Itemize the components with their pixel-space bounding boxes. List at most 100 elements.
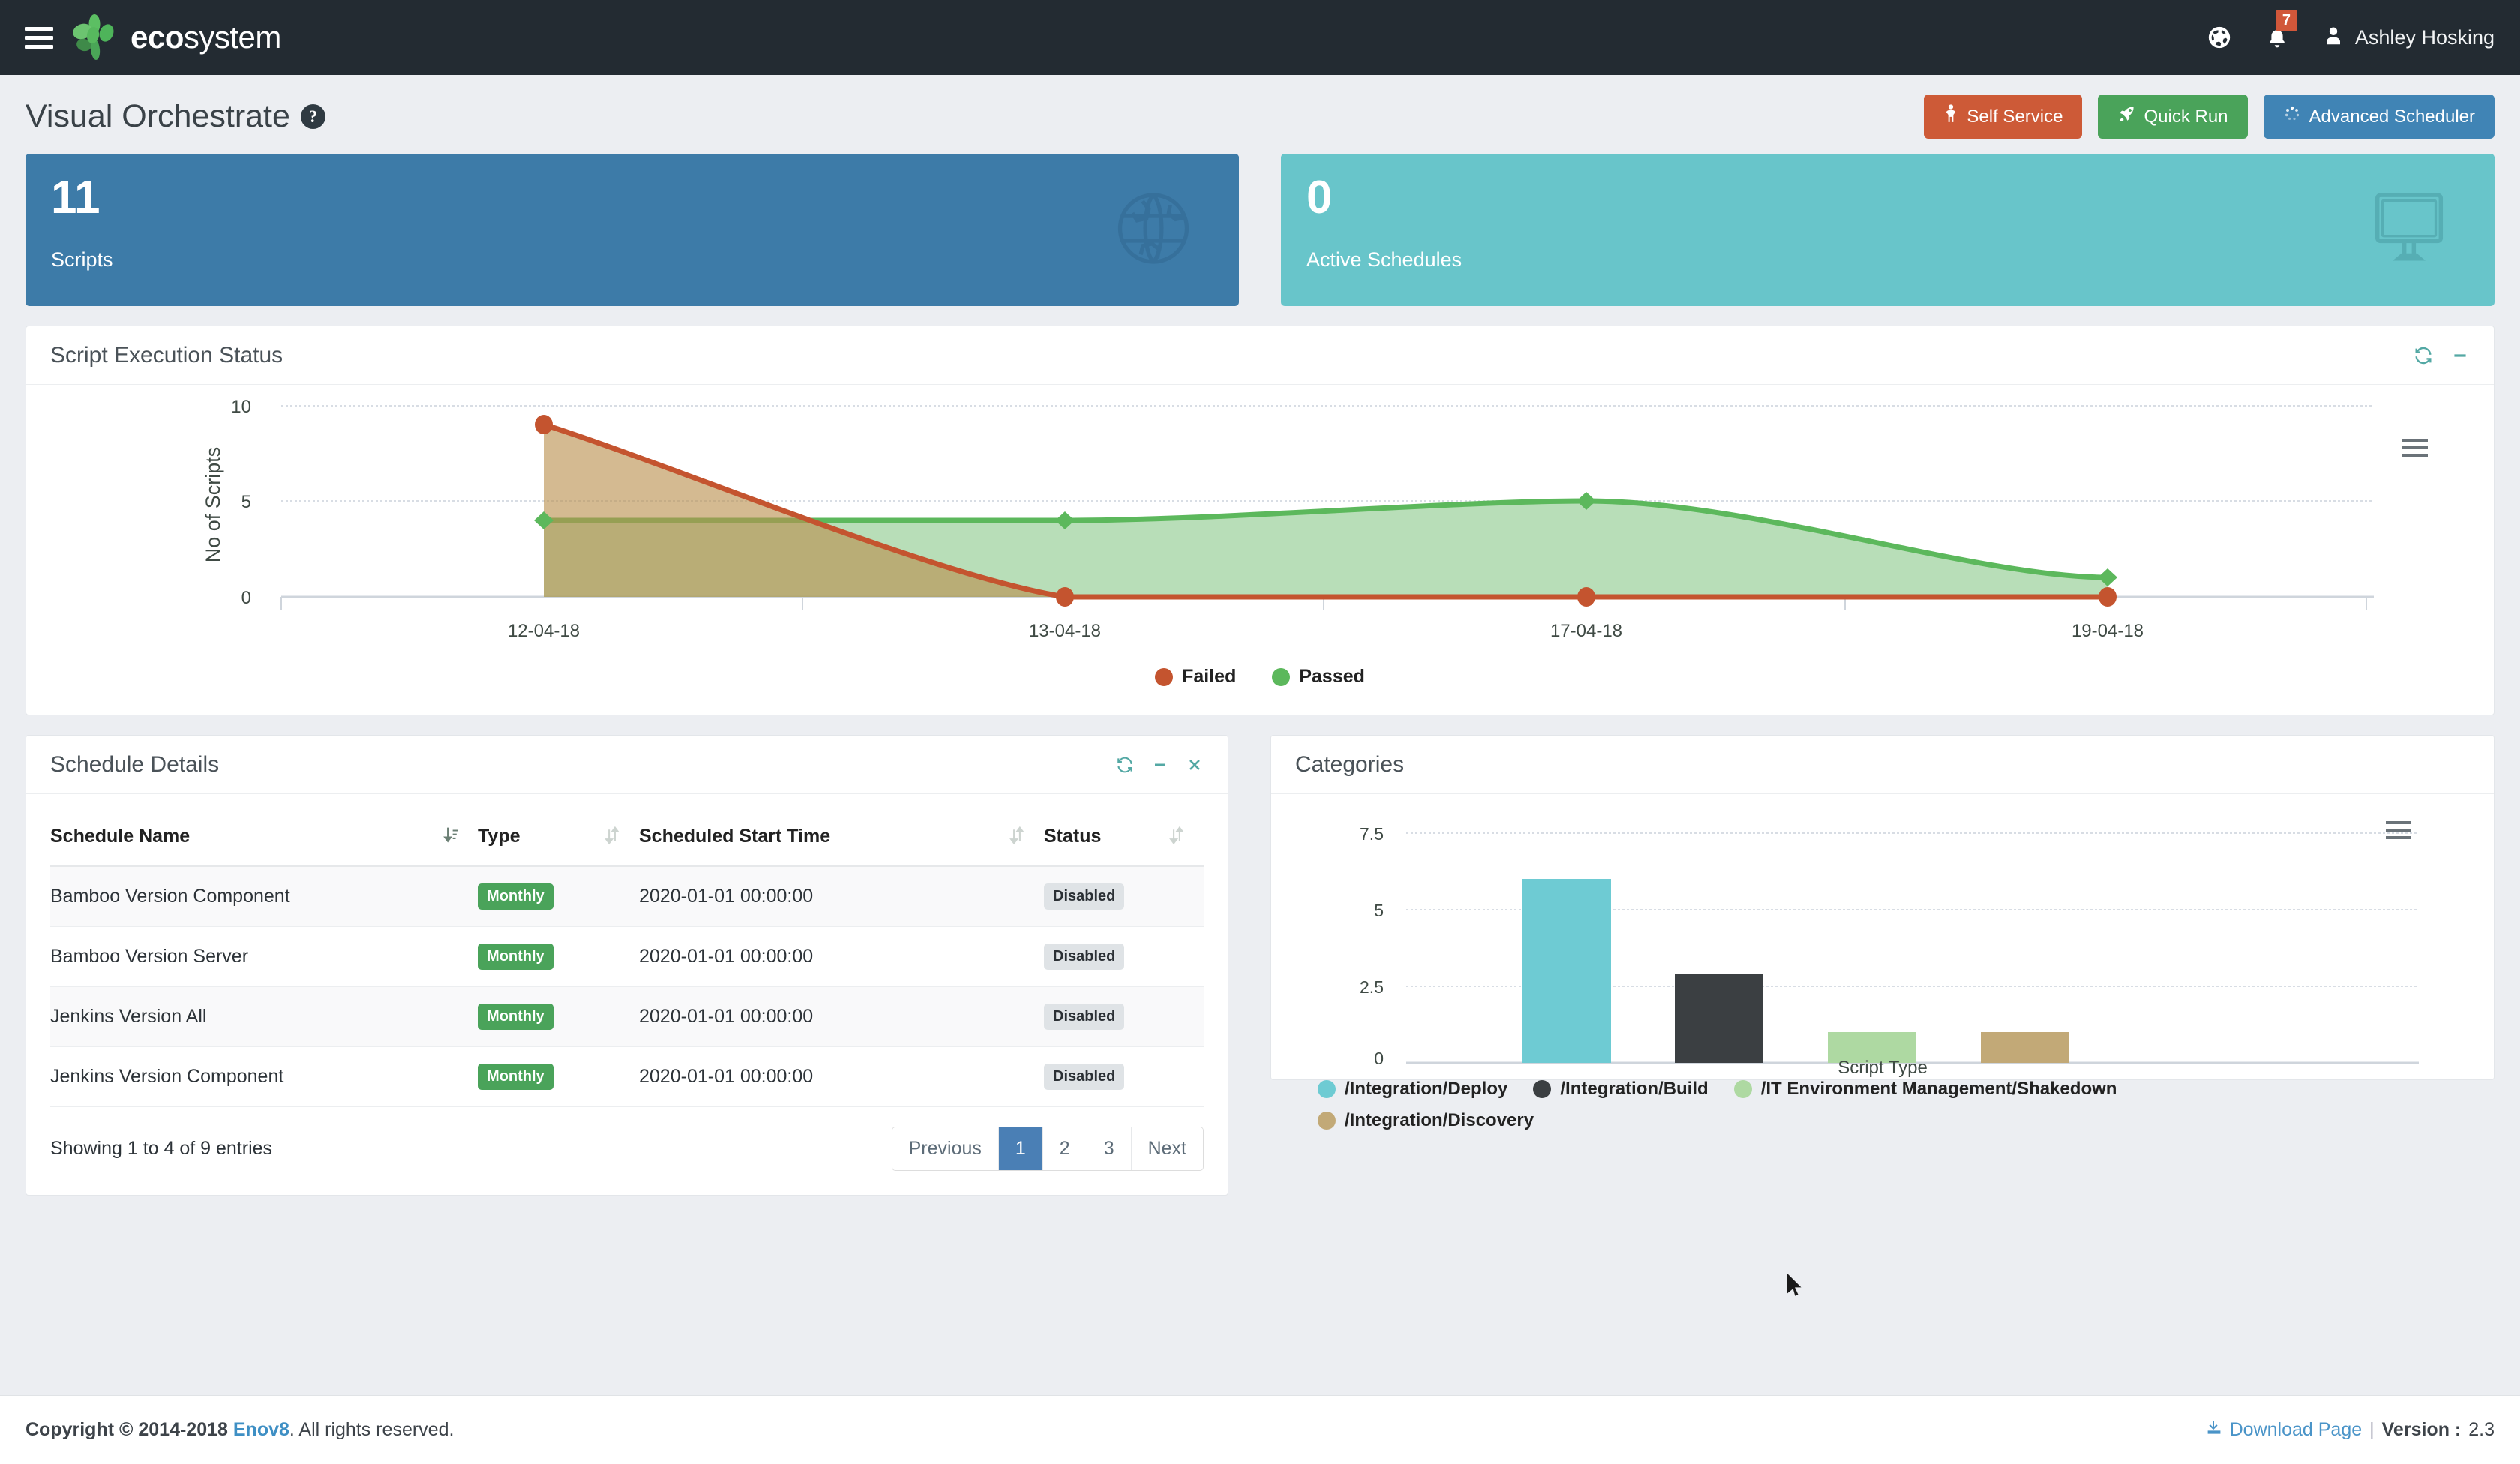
legend-item-shakedown[interactable]: /IT Environment Management/Shakedown (1733, 1078, 2117, 1100)
active-schedules-stat-card[interactable]: 0 Active Schedules (1281, 154, 2494, 306)
download-page-link[interactable]: Download Page (2205, 1418, 2362, 1442)
enov8-link[interactable]: Enov8 (233, 1419, 290, 1440)
brand-logo[interactable]: ecosystem (70, 14, 281, 62)
failed-color-swatch (1155, 668, 1174, 686)
pagination-page-1[interactable]: 1 (998, 1127, 1043, 1170)
pagination-page-3[interactable]: 3 (1087, 1127, 1132, 1170)
top-navbar: ecosystem 7 Ashley Hosking (0, 0, 2520, 75)
schedule-table-wrap: Schedule Name Type Scheduled Start Time … (26, 794, 1228, 1107)
self-service-button[interactable]: Self Service (1924, 94, 2083, 139)
footer-separator: | (2369, 1419, 2374, 1440)
table-row[interactable]: Bamboo Version Component Monthly 2020-01… (50, 866, 1204, 927)
status-badge: Disabled (1044, 1064, 1125, 1090)
sort-icon (1169, 826, 1184, 850)
advanced-scheduler-button[interactable]: Advanced Scheduler (2263, 94, 2494, 139)
cell-schedule-name: Bamboo Version Component (50, 866, 478, 927)
schedule-panel-title: Schedule Details (50, 752, 220, 777)
cell-schedule-name: Jenkins Version Component (50, 1046, 478, 1107)
copyright-text: Copyright © 2014-2018 Enov8. All rights … (26, 1419, 454, 1441)
table-row[interactable]: Jenkins Version Component Monthly 2020-0… (50, 1046, 1204, 1107)
type-badge: Monthly (478, 944, 554, 970)
close-icon[interactable] (1186, 756, 1204, 774)
svg-text:5: 5 (1374, 901, 1384, 920)
page-title: Visual Orchestrate ? (26, 98, 326, 135)
scripts-stat-card[interactable]: 11 Scripts (26, 154, 1239, 306)
copyright-suffix: . All rights reserved. (289, 1419, 454, 1440)
footer-right-group: Download Page | Version : 2.3 (2205, 1418, 2494, 1442)
legend-label-integration-deploy: /Integration/Deploy (1345, 1078, 1508, 1099)
context-menu-icon[interactable] (2386, 821, 2411, 839)
column-scheduled-start-time[interactable]: Scheduled Start Time (639, 811, 1044, 867)
svg-text:0: 0 (242, 588, 251, 608)
type-badge: Monthly (478, 1004, 554, 1030)
table-row[interactable]: Jenkins Version All Monthly 2020-01-01 0… (50, 986, 1204, 1047)
svg-text:10: 10 (231, 397, 251, 417)
cell-schedule-name: Jenkins Version All (50, 986, 478, 1047)
legend-item-integration-deploy[interactable]: /Integration/Deploy (1318, 1078, 1508, 1100)
status-badge: Disabled (1044, 944, 1125, 970)
cell-type: Monthly (478, 1046, 639, 1107)
bar-chart-xlabel: Script Type (1838, 1058, 1928, 1078)
pagination-next[interactable]: Next (1131, 1127, 1203, 1170)
legend-label-integration-build: /Integration/Build (1560, 1078, 1708, 1099)
hamburger-menu-icon[interactable] (8, 26, 70, 49)
ecosystem-flower-icon (70, 14, 118, 62)
discovery-color-swatch (1318, 1112, 1336, 1130)
categories-panel-title: Categories (1295, 752, 1405, 777)
legend-item-integration-discovery[interactable]: /Integration/Discovery (1318, 1110, 2216, 1131)
table-row[interactable]: Bamboo Version Server Monthly 2020-01-01… (50, 926, 1204, 987)
svg-text:13-04-18: 13-04-18 (1029, 621, 1101, 641)
pagination-previous[interactable]: Previous (892, 1127, 999, 1170)
categories-panel: Categories 7.5 5 2.5 0 Script Type /Inte… (1270, 735, 2494, 1130)
script-execution-line-chart: 10 5 0 No of Scripts 12-04-18 13-04-18 1… (26, 385, 2494, 715)
svg-text:12-04-18: 12-04-18 (508, 621, 580, 641)
legend-item-failed[interactable]: Failed (1155, 666, 1236, 688)
cell-start-time: 2020-01-01 00:00:00 (639, 1046, 1044, 1107)
status-badge: Disabled (1044, 884, 1125, 910)
bell-icon[interactable]: 7 (2265, 10, 2298, 50)
schedule-table: Schedule Name Type Scheduled Start Time … (50, 811, 1204, 1107)
cell-status: Disabled (1044, 1046, 1204, 1107)
execution-panel-tools (2413, 345, 2470, 366)
refresh-icon[interactable] (2413, 345, 2434, 366)
categories-panel-header: Categories (1271, 736, 2494, 794)
cell-start-time: 2020-01-01 00:00:00 (639, 986, 1044, 1047)
legend-item-integration-build[interactable]: /Integration/Build (1533, 1078, 1708, 1100)
context-menu-icon[interactable] (2402, 439, 2428, 457)
column-schedule-name[interactable]: Schedule Name (50, 811, 478, 867)
user-icon (2322, 25, 2344, 51)
column-type[interactable]: Type (478, 811, 639, 867)
question-mark-icon[interactable]: ? (300, 104, 326, 129)
build-color-swatch (1533, 1080, 1552, 1098)
execution-chart-legend: Failed Passed (26, 666, 2494, 707)
cell-type: Monthly (478, 866, 639, 927)
execution-panel-title: Script Execution Status (50, 342, 284, 368)
self-service-label: Self Service (1966, 106, 2063, 127)
column-status[interactable]: Status (1044, 811, 1204, 867)
schedule-details-panel: Schedule Details Schedule Name Type Sche… (26, 735, 1228, 1196)
table-header-row: Schedule Name Type Scheduled Start Time … (50, 811, 1204, 867)
globe-icon[interactable] (2206, 25, 2232, 50)
script-execution-status-panel: Script Execution Status 10 5 0 No of Scr… (26, 326, 2494, 716)
schedule-table-body: Bamboo Version Component Monthly 2020-01… (50, 866, 1204, 1107)
user-menu[interactable]: Ashley Hosking (2322, 25, 2494, 51)
sort-icon (604, 826, 620, 850)
page-footer: Copyright © 2014-2018 Enov8. All rights … (0, 1395, 2520, 1464)
cell-start-time: 2020-01-01 00:00:00 (639, 866, 1044, 927)
download-page-label: Download Page (2229, 1419, 2362, 1440)
bar-integration-discovery (1981, 1032, 2069, 1063)
scripts-count: 11 (51, 172, 100, 224)
minimize-icon[interactable] (2450, 346, 2470, 365)
refresh-icon[interactable] (1115, 755, 1135, 775)
minimize-icon[interactable] (1151, 756, 1169, 774)
quick-run-button[interactable]: Quick Run (2098, 94, 2248, 139)
schedule-details-column: Schedule Details Schedule Name Type Sche… (26, 735, 1228, 1196)
page-action-buttons: Self Service Quick Run Advanced Schedule… (1924, 94, 2494, 139)
pagination-page-2[interactable]: 2 (1042, 1127, 1088, 1170)
legend-label-shakedown: /IT Environment Management/Shakedown (1760, 1078, 2117, 1099)
cell-status: Disabled (1044, 866, 1204, 927)
schedule-panel-header: Schedule Details (26, 736, 1228, 794)
legend-item-passed[interactable]: Passed (1272, 666, 1365, 688)
column-label-type: Type (478, 826, 520, 847)
active-schedules-label: Active Schedules (1306, 248, 1462, 271)
